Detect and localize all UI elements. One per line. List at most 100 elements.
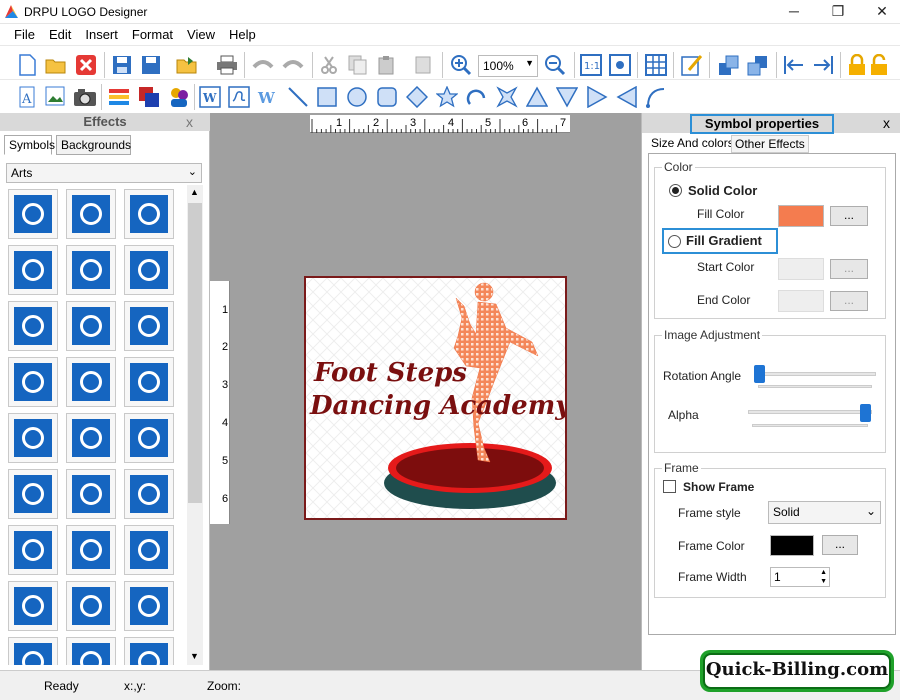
zoom-out-icon[interactable] xyxy=(542,52,568,78)
menu-insert[interactable]: Insert xyxy=(78,24,125,45)
triangle-down-tool-icon[interactable] xyxy=(554,84,580,110)
effects-close-button[interactable]: x xyxy=(186,113,193,131)
alpha-slider-track[interactable] xyxy=(748,410,872,414)
word-art-icon[interactable]: W xyxy=(197,84,223,110)
maximize-button[interactable]: ❐ xyxy=(816,0,860,24)
burst-tool-icon[interactable] xyxy=(494,84,520,110)
copy-icon[interactable] xyxy=(345,52,371,78)
symbol-thumbnail[interactable] xyxy=(66,525,116,575)
frame-color-picker-button[interactable]: ... xyxy=(822,535,858,555)
library-icon[interactable] xyxy=(106,84,132,110)
symbol-thumbnail[interactable] xyxy=(8,189,58,239)
menu-file[interactable]: File xyxy=(0,24,42,45)
triangle-left-tool-icon[interactable] xyxy=(614,84,640,110)
triangle-right-tool-icon[interactable] xyxy=(584,84,610,110)
align-right-icon[interactable] xyxy=(810,52,836,78)
user-icon[interactable] xyxy=(166,84,192,110)
alpha-slider-thumb[interactable] xyxy=(860,404,871,422)
rectangle-tool-icon[interactable] xyxy=(314,84,340,110)
grid-icon[interactable] xyxy=(643,52,669,78)
undo-icon[interactable] xyxy=(250,52,276,78)
tab-backgrounds[interactable]: Backgrounds xyxy=(56,135,131,155)
solid-color-radio[interactable] xyxy=(669,184,682,197)
fill-color-swatch[interactable] xyxy=(778,205,824,227)
star-tool-icon[interactable] xyxy=(434,84,460,110)
image-tool-icon[interactable] xyxy=(43,84,69,110)
cut-icon[interactable] xyxy=(316,52,342,78)
symbol-thumbnail[interactable] xyxy=(66,245,116,295)
text-tool-icon[interactable]: A xyxy=(14,84,40,110)
line-tool-icon[interactable] xyxy=(285,84,311,110)
design-canvas[interactable]: Foot Steps Dancing Academy xyxy=(304,276,567,520)
export-icon[interactable] xyxy=(174,52,200,78)
menu-help[interactable]: Help xyxy=(222,24,263,45)
symbol-thumbnail[interactable] xyxy=(8,413,58,463)
symbol-thumbnail[interactable] xyxy=(124,525,174,575)
symbol-thumbnail[interactable] xyxy=(124,189,174,239)
symbol-thumbnail[interactable] xyxy=(66,413,116,463)
symbol-thumbnail[interactable] xyxy=(8,581,58,631)
symbol-thumbnail[interactable] xyxy=(124,245,174,295)
symbol-thumbnail[interactable] xyxy=(124,301,174,351)
fill-color-picker-button[interactable]: ... xyxy=(830,206,868,226)
paste-icon[interactable] xyxy=(374,52,400,78)
zoom-in-icon[interactable] xyxy=(448,52,474,78)
symbol-thumbnail[interactable] xyxy=(66,189,116,239)
frame-style-select[interactable]: Solid ⌄ xyxy=(768,501,881,524)
redo-icon[interactable] xyxy=(280,52,306,78)
properties-close-button[interactable]: x xyxy=(883,114,890,132)
delete-icon[interactable] xyxy=(410,52,436,78)
rotation-slider-track[interactable] xyxy=(754,372,876,376)
actual-size-icon[interactable]: 1:1 xyxy=(578,52,604,78)
align-left-icon[interactable] xyxy=(781,52,807,78)
symbol-thumbnail[interactable] xyxy=(8,245,58,295)
symbol-thumbnail[interactable] xyxy=(124,581,174,631)
symbol-thumbnail[interactable] xyxy=(8,469,58,519)
open-folder-icon[interactable] xyxy=(43,52,69,78)
symbol-thumbnail[interactable] xyxy=(124,413,174,463)
symbol-thumbnail[interactable] xyxy=(124,357,174,407)
close-button[interactable]: ✕ xyxy=(860,0,900,24)
rounded-rectangle-tool-icon[interactable] xyxy=(374,84,400,110)
print-icon[interactable] xyxy=(214,52,240,78)
signature-icon[interactable] xyxy=(226,84,252,110)
tab-symbols[interactable]: Symbols xyxy=(4,135,55,155)
logo-text-line-1[interactable]: Foot Steps xyxy=(314,358,467,388)
watermark-icon[interactable]: W xyxy=(255,84,281,110)
close-file-icon[interactable] xyxy=(73,52,99,78)
diamond-tool-icon[interactable] xyxy=(404,84,430,110)
scroll-down-icon[interactable]: ▼ xyxy=(190,651,199,661)
menu-view[interactable]: View xyxy=(180,24,222,45)
scrollbar-thumb[interactable] xyxy=(188,203,202,503)
minimize-button[interactable]: ─ xyxy=(772,0,816,24)
tab-size-and-colors[interactable]: Size And colors xyxy=(648,135,737,153)
curve-tool-icon[interactable] xyxy=(643,84,669,110)
category-select[interactable]: Arts ⌄ xyxy=(6,163,202,183)
ellipse-tool-icon[interactable] xyxy=(344,84,370,110)
send-backward-icon[interactable] xyxy=(745,52,771,78)
scroll-up-icon[interactable]: ▲ xyxy=(190,187,199,197)
menu-format[interactable]: Format xyxy=(125,24,180,45)
symbol-thumbnail[interactable] xyxy=(8,301,58,351)
save-as-icon[interactable] xyxy=(138,52,164,78)
background-icon[interactable] xyxy=(136,84,162,110)
symbol-thumbnail[interactable] xyxy=(8,637,58,665)
fit-to-window-icon[interactable] xyxy=(607,52,633,78)
symbol-thumbnail[interactable] xyxy=(66,469,116,519)
fill-gradient-radio[interactable] xyxy=(668,235,681,248)
arc-tool-icon[interactable] xyxy=(464,84,490,110)
save-icon[interactable] xyxy=(109,52,135,78)
symbol-thumbnail[interactable] xyxy=(124,637,174,665)
symbol-thumbnail[interactable] xyxy=(8,357,58,407)
triangle-up-tool-icon[interactable] xyxy=(524,84,550,110)
camera-icon[interactable] xyxy=(72,84,98,110)
symbol-grid-scrollbar[interactable]: ▲ ▼ xyxy=(187,185,203,665)
symbol-thumbnail[interactable] xyxy=(66,357,116,407)
stepper-arrows-icon[interactable]: ▲ ▼ xyxy=(820,568,827,586)
symbol-thumbnail[interactable] xyxy=(8,525,58,575)
zoom-select[interactable]: 100% ▼ xyxy=(478,55,538,77)
bring-forward-icon[interactable] xyxy=(716,52,742,78)
logo-text-line-2[interactable]: Dancing Academy xyxy=(310,391,565,421)
frame-width-stepper[interactable]: 1 ▲ ▼ xyxy=(770,567,830,587)
symbol-thumbnail[interactable] xyxy=(66,637,116,665)
